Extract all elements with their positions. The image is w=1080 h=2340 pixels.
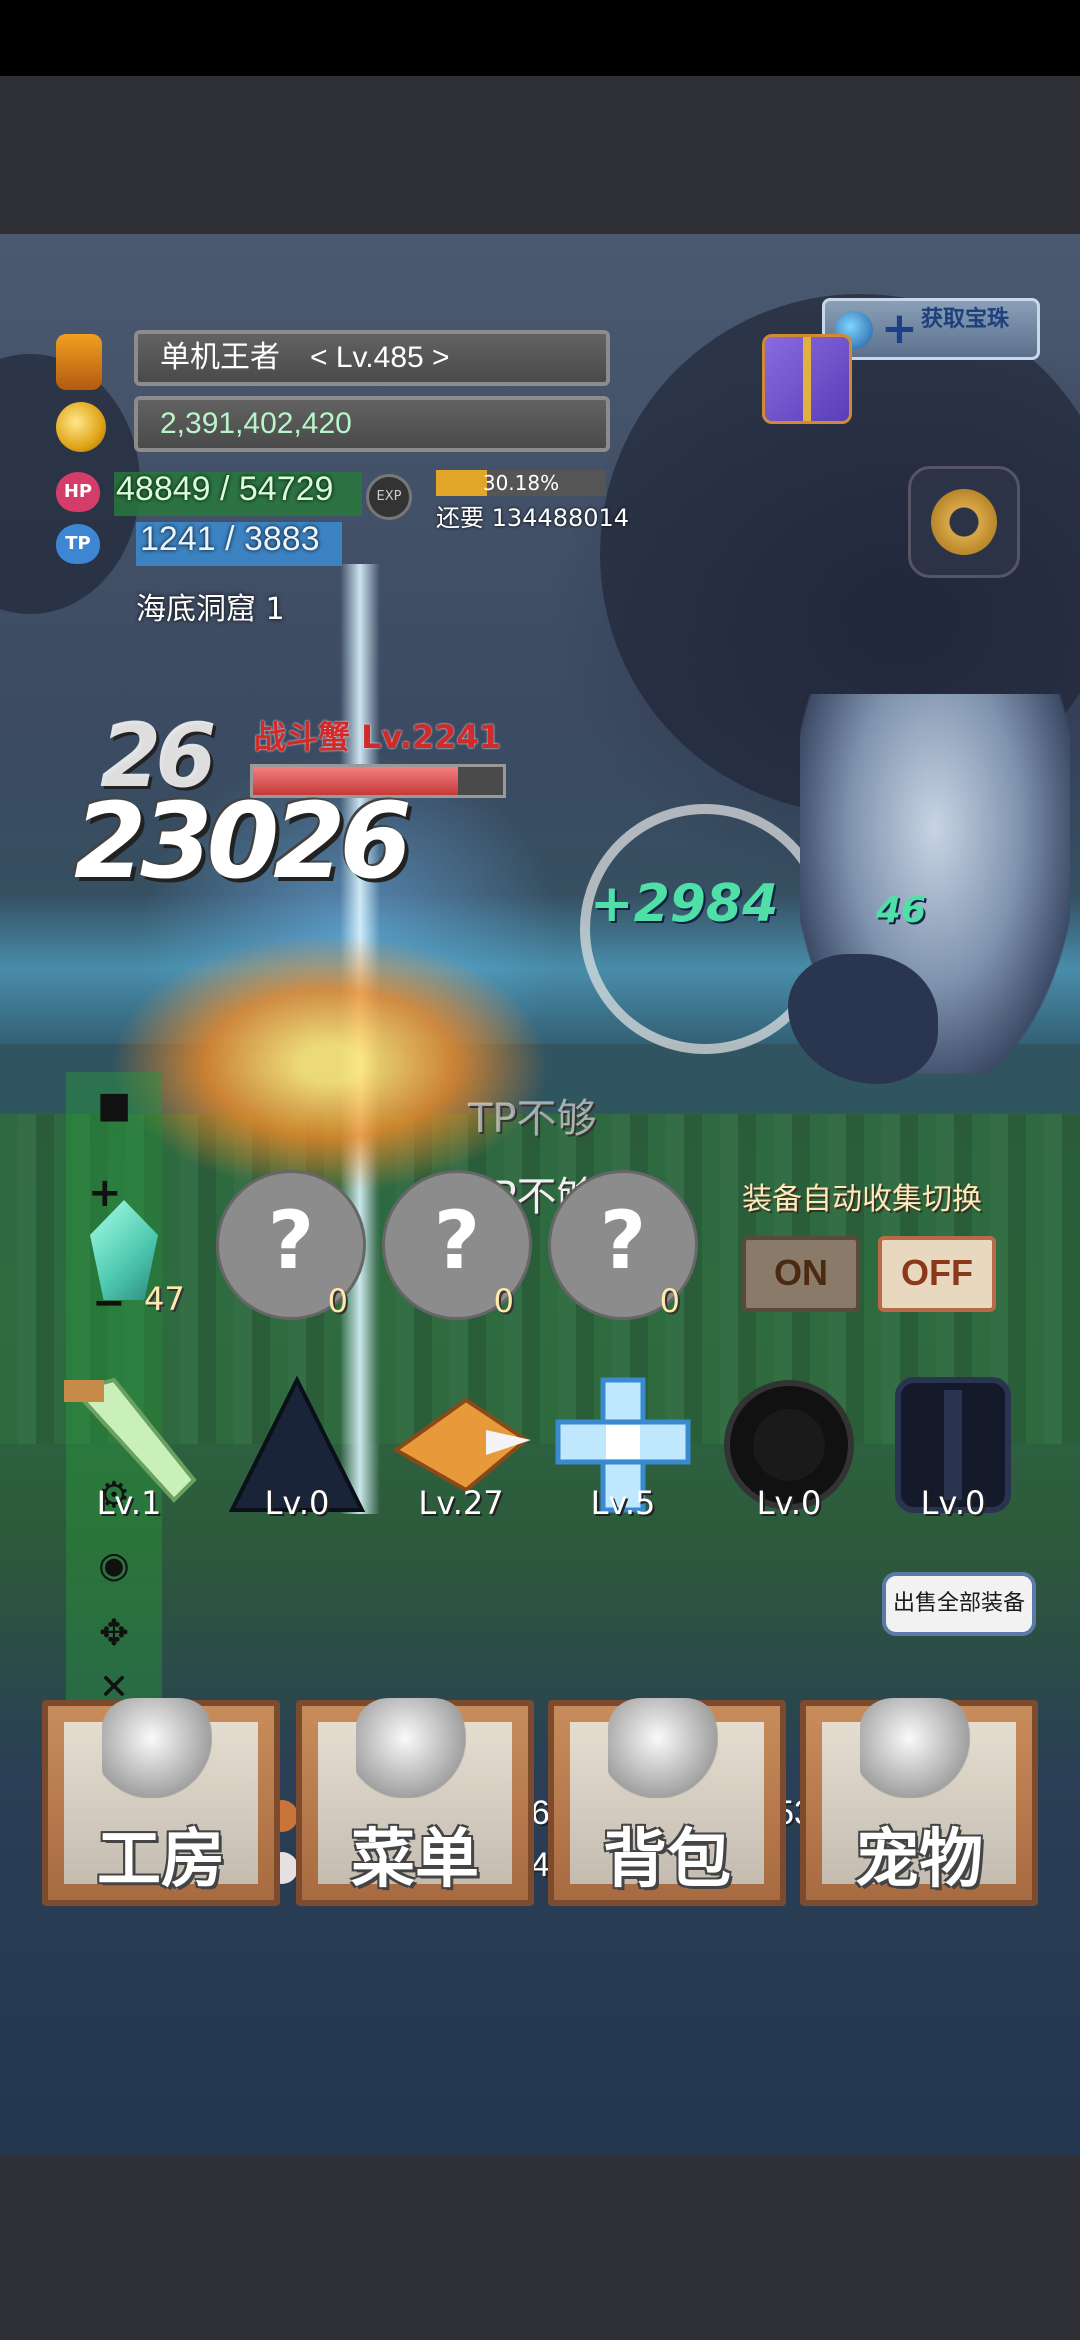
backpack-button[interactable]: 背包 — [548, 1698, 786, 1906]
heal-number: +2984 — [590, 874, 779, 934]
hp-value: 48849 / 54729 — [116, 470, 334, 508]
dragon-icon — [860, 1698, 970, 1798]
settings-button[interactable] — [908, 466, 1020, 578]
workshop-label: 工房 — [97, 1823, 225, 1897]
gold-coin-icon — [56, 402, 106, 452]
equipment-level: Lv.0 — [920, 1484, 986, 1522]
pet-label: 宠物 — [855, 1823, 983, 1897]
exp-needed: 还要 134488014 — [436, 504, 630, 532]
backpack-label: 背包 — [603, 1823, 731, 1897]
tp-value: 1241 / 3883 — [140, 520, 320, 558]
explosion-effect — [110, 934, 550, 1194]
stop-icon[interactable]: ■ — [90, 1082, 138, 1130]
plus-icon: + — [881, 303, 918, 354]
hp-heart-icon: HP — [56, 472, 100, 512]
gift-ribbon — [803, 337, 811, 421]
book-icon — [356, 1698, 466, 1798]
gold-amount: 2,391,402,420 — [134, 396, 610, 452]
potion-count: 47 — [144, 1280, 185, 1318]
auto-collect-on-button[interactable]: ON — [742, 1236, 860, 1312]
exp-icon: EXP — [366, 474, 412, 520]
unknown-item-icon: ? — [267, 1194, 315, 1287]
exp-bar: 30.18% — [436, 470, 606, 496]
equipment-level: Lv.0 — [756, 1484, 822, 1522]
top-system-band — [0, 76, 1080, 234]
house-icon — [102, 1698, 212, 1798]
bottom-system-band — [0, 2156, 1080, 2340]
player-name-level: 单机王者 < Lv.485 > — [134, 330, 610, 386]
sell-all-equipment-button[interactable]: 出售全部装备 — [882, 1572, 1036, 1636]
menu-label: 菜单 — [351, 1823, 479, 1897]
gift-box-button[interactable] — [762, 334, 852, 424]
potion-plus-icon[interactable]: + — [88, 1170, 122, 1216]
eye-icon[interactable]: ◉ — [90, 1542, 138, 1590]
tp-warning-fading: TP不够 — [468, 1096, 597, 1142]
gear-icon — [931, 489, 997, 555]
unknown-item-icon: ? — [433, 1194, 481, 1287]
pet-button[interactable]: 宠物 — [800, 1698, 1038, 1906]
enemy-name: 战斗蟹 Lv.2241 — [254, 718, 502, 756]
workshop-button[interactable]: 工房 — [42, 1698, 280, 1906]
potion-minus-icon[interactable]: − — [92, 1280, 126, 1326]
quick-slot-3-count: 0 — [659, 1282, 680, 1320]
tp-heart-icon: TP — [56, 524, 100, 564]
auto-collect-label: 装备自动收集切换 — [742, 1182, 982, 1217]
get-orb-button[interactable]: + 获取宝珠 — [822, 298, 1040, 360]
equipment-level: Lv.27 — [418, 1484, 504, 1522]
area-name: 海底洞窟 1 — [136, 592, 285, 627]
equipment-level: Lv.1 — [96, 1484, 162, 1522]
heal-number-small: 46 — [876, 890, 927, 931]
menu-button[interactable]: 菜单 — [296, 1698, 534, 1906]
quick-slot-2-count: 0 — [493, 1282, 514, 1320]
exp-percent: 30.18% — [482, 471, 560, 495]
get-orb-label: 获取宝珠 — [921, 307, 1010, 332]
backpack-icon — [608, 1698, 718, 1798]
unknown-item-icon: ? — [599, 1194, 647, 1287]
quick-slot-1-count: 0 — [327, 1282, 348, 1320]
player-avatar[interactable] — [56, 334, 102, 390]
damage-number: 23026 — [74, 780, 412, 902]
auto-collect-off-button[interactable]: OFF — [878, 1236, 996, 1312]
move-icon[interactable]: ✥ — [90, 1610, 138, 1658]
equipment-level: Lv.0 — [264, 1484, 330, 1522]
status-bar — [0, 0, 1080, 76]
equipment-level: Lv.5 — [590, 1484, 656, 1522]
